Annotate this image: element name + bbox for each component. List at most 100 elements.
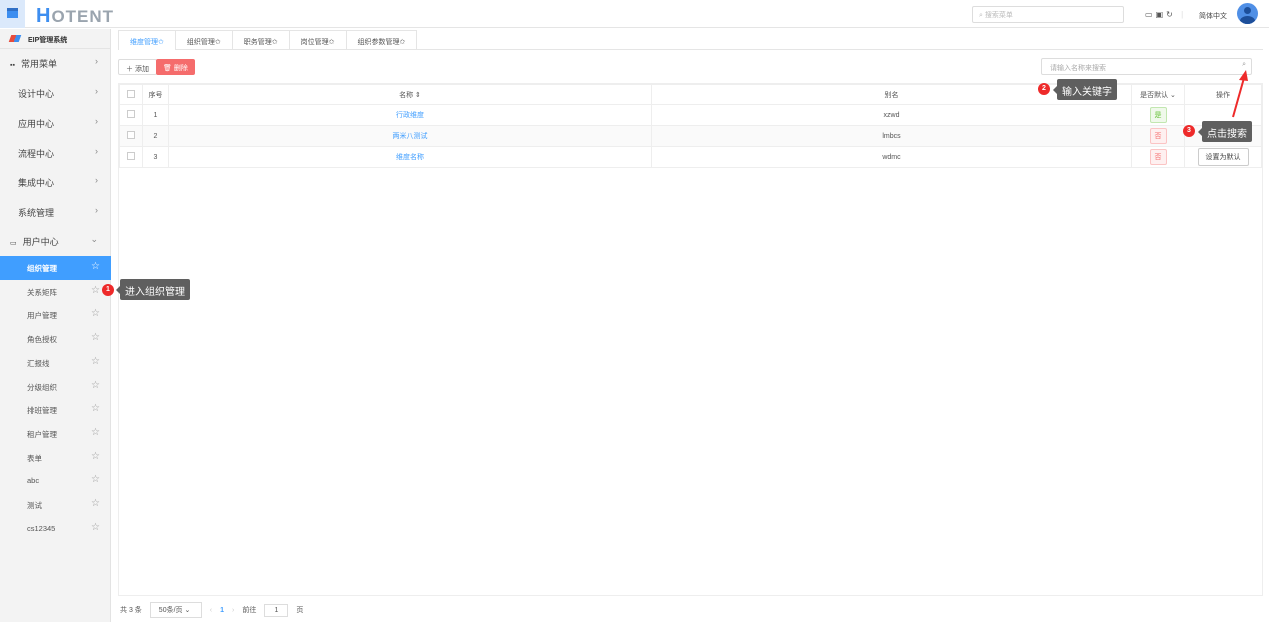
sidebar-subitem[interactable]: 测试 ☆ [0, 493, 111, 517]
sidebar-group-label: 常用菜单 [20, 59, 57, 69]
chevron-right-icon: › [95, 175, 98, 185]
top-bar: HOTENT ⌕ 搜索菜单 ▭▣↻ | 简体中文 [0, 0, 1269, 28]
sidebar-group-item[interactable]: ▭ 用户中心 ⌄ [0, 230, 111, 252]
sidebar-subitem[interactable]: 租户管理 ☆ [0, 422, 111, 446]
col-no: 序号 [142, 84, 169, 105]
total-count: 共 3 条 [120, 607, 142, 614]
tab[interactable]: 组织管理✩ [174, 30, 233, 50]
language-select[interactable]: 简体中文 [1199, 11, 1227, 21]
system-title: EIP管理系统 [0, 29, 110, 49]
system-name: EIP管理系统 [28, 37, 68, 44]
page-suffix: 页 [296, 607, 304, 614]
sidebar-group-item[interactable]: 系统管理 › [0, 201, 111, 223]
sidebar-subitem[interactable]: 排班管理 ☆ [0, 398, 111, 422]
sidebar-group-item[interactable]: ▪▪ 常用菜单 › [0, 52, 111, 74]
current-page[interactable]: 1 [220, 607, 224, 614]
col-name-label: 名称 [399, 91, 414, 99]
delete-label: 删除 [173, 65, 188, 72]
sidebar-group-label: 应用中心 [18, 119, 55, 129]
row-checkbox[interactable] [127, 131, 135, 139]
add-button[interactable]: ＋ 添加 [118, 59, 157, 75]
star-icon[interactable]: ☆ [91, 474, 100, 485]
table-row[interactable]: 3 维度名称 wdmc 否 设置为默认 [119, 146, 1262, 168]
annotation-tooltip-1: 进入组织管理 [116, 279, 190, 300]
menu-search-input[interactable]: ⌕ 搜索菜单 [972, 6, 1124, 23]
star-icon[interactable]: ☆ [91, 356, 100, 367]
sidebar-subitem[interactable]: abc ☆ [0, 469, 111, 493]
star-icon[interactable]: ☆ [91, 451, 100, 462]
logo: HOTENT [36, 5, 115, 27]
star-icon[interactable]: ☆ [91, 332, 100, 343]
star-icon[interactable]: ☆ [91, 285, 100, 296]
annotation-tooltip-2: 输入关键字 [1053, 79, 1117, 100]
goto-page-input[interactable]: 1 [264, 603, 289, 617]
delete-button[interactable]: 🗑 删除 [156, 59, 195, 75]
row-name-link[interactable]: 维度名称 [396, 154, 424, 161]
sidebar-subitem[interactable]: cs12345 ☆ [0, 517, 111, 541]
sidebar-subitem-label: 表单 [27, 453, 42, 463]
row-name-link[interactable]: 两米八测试 [393, 133, 428, 140]
menu-icon [7, 8, 18, 18]
sidebar-group-item[interactable]: 应用中心 › [0, 112, 111, 134]
row-checkbox[interactable] [127, 152, 135, 160]
star-icon[interactable]: ☆ [91, 522, 100, 533]
row-alias: xzwd [651, 104, 1132, 126]
sidebar-group-item[interactable]: 设计中心 › [0, 82, 111, 104]
fullscreen-icon[interactable]: ▣ [1156, 10, 1167, 19]
page-size-value: 50条/页 [158, 607, 183, 614]
star-icon[interactable]: ☆ [91, 427, 100, 438]
annotation-badge-1: 1 [102, 284, 114, 296]
keyword-search-input[interactable]: 请输入名称来搜索 ⌕ [1041, 58, 1252, 75]
chevron-down-icon: ⌄ [90, 234, 98, 244]
row-checkbox[interactable] [127, 110, 135, 118]
star-icon[interactable]: ☆ [91, 498, 100, 509]
sidebar-subitem[interactable]: 组织管理 ☆ [0, 256, 111, 280]
row-no: 1 [142, 104, 169, 126]
annotation-arrow-icon [1232, 70, 1248, 118]
search-placeholder: 请输入名称来搜索 [1050, 65, 1106, 72]
sidebar-subitem[interactable]: 分级组织 ☆ [0, 375, 111, 399]
col-default[interactable]: 是否默认 ⌄ [1131, 84, 1185, 105]
tab[interactable]: 职务管理✩ [231, 30, 290, 50]
sidebar-subitem[interactable]: 用户管理 ☆ [0, 303, 111, 327]
star-icon[interactable]: ☆ [91, 403, 100, 414]
sidebar-subitem-label: cs12345 [27, 523, 56, 533]
col-name[interactable]: 名称 ⇕ [168, 84, 652, 105]
set-default-button[interactable]: 设置为默认 [1197, 148, 1249, 166]
sidebar-group-label: 流程中心 [18, 149, 55, 159]
table-row[interactable]: 1 行政维度 xzwd 是 [119, 104, 1262, 126]
sidebar-subitem-label: 用户管理 [27, 311, 57, 321]
monitor-icon[interactable]: ▭ [1145, 10, 1156, 19]
sidebar: EIP管理系统 ▪▪ 常用菜单 › 设计中心 › 应用中心 › 流程中心 › 集成中心 › 系统管理 ›… [0, 29, 111, 622]
row-no: 3 [142, 146, 169, 168]
star-icon[interactable]: ☆ [91, 261, 100, 272]
row-name-link[interactable]: 行政维度 [396, 112, 424, 119]
page-size-select[interactable]: 50条/页 ⌄ [149, 602, 202, 618]
menu-toggle-button[interactable] [0, 0, 25, 28]
sidebar-group-item[interactable]: 流程中心 › [0, 142, 111, 164]
tab[interactable]: 维度管理✩ [118, 30, 176, 50]
refresh-icon[interactable]: ↻ [1166, 10, 1176, 19]
sidebar-subitem[interactable]: 关系矩阵 ☆ [0, 280, 111, 304]
select-all-checkbox[interactable] [127, 89, 135, 98]
sidebar-subitem[interactable]: 表单 ☆ [0, 446, 111, 470]
col-default-label: 是否默认 [1140, 91, 1169, 99]
star-icon[interactable]: ☆ [91, 308, 100, 319]
tab[interactable]: 岗位管理✩ [288, 30, 347, 50]
tab[interactable]: 组织参数管理✩ [345, 30, 418, 50]
sidebar-group-item[interactable]: 集成中心 › [0, 171, 111, 193]
sort-icon[interactable]: ⇕ [415, 92, 421, 99]
prev-page-button[interactable]: ‹ [210, 607, 212, 614]
sidebar-subitem-label: abc [27, 476, 40, 486]
star-icon[interactable]: ☆ [91, 380, 100, 391]
avatar[interactable] [1237, 3, 1258, 24]
sidebar-subitem-label: 排班管理 [27, 406, 57, 416]
sidebar-subitem-label: 关系矩阵 [27, 287, 57, 297]
data-table: 序号 名称 ⇕ 别名 是否默认 ⌄ 操作 1 行政维度 xzwd 是 2 两米八… [118, 83, 1263, 596]
monitor-icon: ▭ [10, 240, 17, 247]
top-icons: ▭▣↻ | [1145, 10, 1187, 19]
sidebar-subitem[interactable]: 角色授权 ☆ [0, 327, 111, 351]
sidebar-subitem[interactable]: 汇报线 ☆ [0, 351, 111, 375]
table-row[interactable]: 2 两米八测试 lmbcs 否 [119, 125, 1262, 147]
next-page-button[interactable]: › [232, 607, 234, 614]
